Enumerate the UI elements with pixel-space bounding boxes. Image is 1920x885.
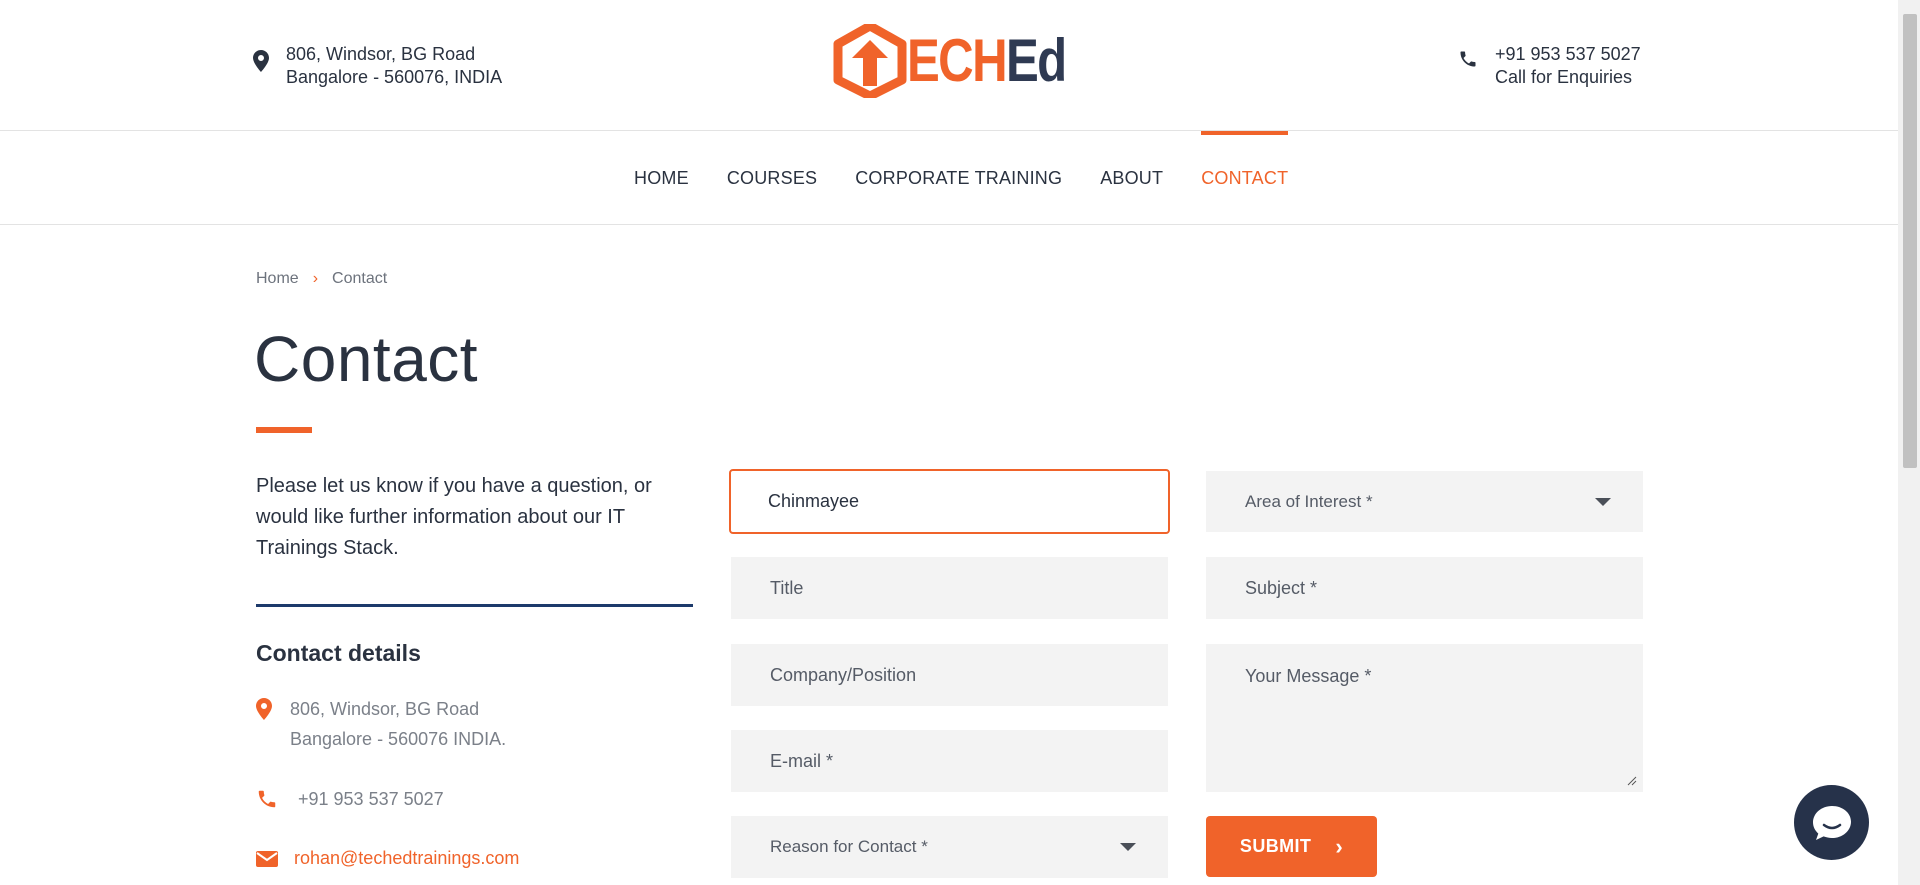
- breadcrumb-current: Contact: [332, 270, 388, 287]
- title-input-placeholder: Title: [770, 577, 804, 598]
- name-input[interactable]: Chinmayee: [729, 469, 1170, 534]
- subject-input-placeholder: Subject *: [1245, 577, 1318, 598]
- email-input[interactable]: E-mail *: [731, 730, 1168, 792]
- resize-handle-icon[interactable]: [1627, 776, 1637, 786]
- submit-button[interactable]: SUBMIT ›: [1206, 816, 1377, 877]
- chevron-down-icon: [1120, 843, 1136, 851]
- logo-mark-icon: [833, 24, 907, 98]
- page-title: Contact: [254, 323, 479, 395]
- breadcrumb: Home › Contact: [256, 270, 387, 288]
- contact-email-link[interactable]: rohan@techedtrainings.com: [294, 843, 519, 873]
- nav-item-courses[interactable]: COURSES: [727, 131, 817, 225]
- title-input[interactable]: Title: [731, 557, 1168, 619]
- contact-address: 806, Windsor, BG Road Bangalore - 560076…: [256, 694, 506, 754]
- contact-address-line2: Bangalore - 560076 INDIA.: [290, 729, 507, 749]
- message-textarea[interactable]: Your Message *: [1206, 644, 1643, 792]
- subject-input[interactable]: Subject *: [1206, 557, 1643, 619]
- teched-logo[interactable]: ECHEd: [833, 24, 1100, 98]
- envelope-icon: [256, 847, 278, 869]
- header-address: 806, Windsor, BG Road Bangalore - 560076…: [253, 43, 502, 89]
- message-placeholder: Your Message *: [1245, 666, 1372, 686]
- name-input-value: Chinmayee: [768, 491, 860, 511]
- contact-email: rohan@techedtrainings.com: [256, 843, 519, 873]
- area-of-interest-label: Area of Interest *: [1245, 491, 1373, 511]
- contact-phone-number[interactable]: +91 953 537 5027: [298, 784, 444, 814]
- phone-icon: [1458, 49, 1478, 69]
- contact-phone: +91 953 537 5027: [256, 784, 444, 814]
- map-pin-icon: [256, 698, 278, 720]
- header-address-line2: Bangalore - 560076, INDIA: [286, 67, 503, 87]
- submit-label: SUBMIT: [1239, 836, 1312, 856]
- chat-widget-button[interactable]: [1794, 785, 1869, 860]
- nav-item-contact[interactable]: CONTACT: [1201, 131, 1289, 225]
- area-of-interest-select[interactable]: Area of Interest *: [1206, 471, 1643, 532]
- contact-address-line1: 806, Windsor, BG Road: [290, 699, 480, 719]
- header-phone-caption: Call for Enquiries: [1495, 67, 1633, 87]
- chat-bubble-icon: [1812, 805, 1851, 840]
- reason-for-contact-select[interactable]: Reason for Contact *: [731, 816, 1168, 878]
- company-input-placeholder: Company/Position: [770, 664, 917, 685]
- breadcrumb-chevron-icon: ›: [312, 270, 319, 287]
- email-input-placeholder: E-mail *: [770, 750, 834, 771]
- header-address-line1: 806, Windsor, BG Road: [286, 44, 476, 64]
- header-phone-number[interactable]: +91 953 537 5027: [1495, 43, 1641, 66]
- nav-item-about[interactable]: ABOUT: [1100, 131, 1163, 225]
- nav-item-home[interactable]: HOME: [634, 131, 689, 225]
- company-position-input[interactable]: Company/Position: [731, 644, 1168, 706]
- page-scrollbar-thumb[interactable]: [1903, 14, 1917, 468]
- logo-wordmark: ECHEd: [907, 27, 1067, 94]
- section-divider: [256, 604, 693, 607]
- main-nav: HOME COURSES CORPORATE TRAINING ABOUT CO…: [0, 131, 1898, 225]
- map-pin-icon: [253, 50, 269, 72]
- reason-for-contact-label: Reason for Contact *: [770, 837, 928, 856]
- breadcrumb-home[interactable]: Home: [256, 270, 299, 288]
- intro-text: Please let us know if you have a questio…: [256, 475, 652, 559]
- title-accent-bar: [256, 427, 312, 433]
- chevron-down-icon: [1595, 497, 1611, 506]
- nav-item-corporate-training[interactable]: CORPORATE TRAINING: [855, 131, 1062, 225]
- contact-details-title: Contact details: [256, 640, 421, 666]
- chevron-right-icon: ›: [1335, 833, 1344, 859]
- phone-icon: [256, 788, 278, 810]
- top-header: 806, Windsor, BG Road Bangalore - 560076…: [0, 0, 1898, 131]
- header-phone: +91 953 537 5027 Call for Enquiries: [1458, 43, 1641, 89]
